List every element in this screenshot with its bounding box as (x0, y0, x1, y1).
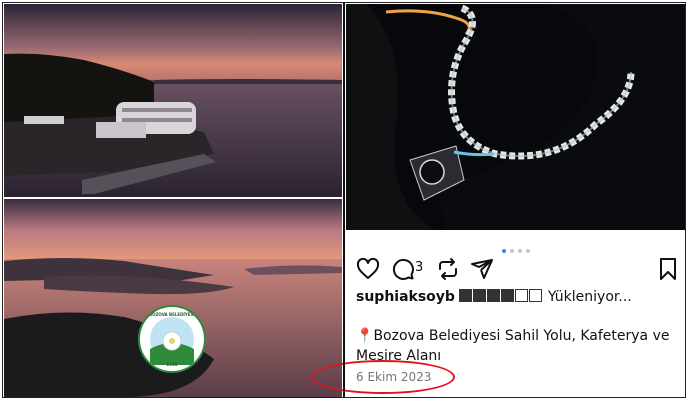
block-glyph (459, 289, 473, 302)
loading-text: Yükleniyor... (547, 289, 632, 305)
block-glyph (487, 289, 501, 302)
block-glyph (515, 289, 529, 302)
block-glyph (529, 289, 543, 302)
carousel-dot[interactable] (517, 249, 522, 253)
repost-icon[interactable] (436, 257, 460, 281)
comment-icon[interactable] (391, 257, 415, 281)
photo-lake-sunset[interactable]: BOZOVA BELEDİYESİ 1926 (4, 199, 342, 397)
municipality-logo: BOZOVA BELEDİYESİ 1926 (138, 305, 206, 373)
logo-year: 1926 (166, 362, 178, 367)
photo-lake-hotel[interactable] (4, 4, 342, 197)
comment-count[interactable]: 3 (415, 260, 423, 275)
post-actions (356, 257, 681, 281)
pin-icon: 📍 (356, 328, 374, 344)
block-glyph (473, 289, 487, 302)
block-glyph (501, 289, 515, 302)
logo-arc-text: BOZOVA BELEDİYESİ (149, 312, 195, 317)
carousel-dot[interactable] (509, 249, 514, 253)
lake-hotel-image (4, 4, 342, 197)
night-road-image (346, 4, 685, 230)
location-label: Bozova Belediyesi Sahil Yolu, Kafeterya … (356, 328, 670, 364)
share-icon[interactable] (470, 257, 494, 281)
loading-blocks (459, 289, 547, 305)
carousel-dot[interactable] (501, 249, 506, 253)
bookmark-icon[interactable] (656, 257, 680, 281)
carousel-dot[interactable] (525, 249, 530, 253)
username-link[interactable]: suphiaksoyb (356, 289, 455, 305)
heart-icon[interactable] (356, 257, 380, 281)
photo-night-road[interactable] (346, 4, 685, 230)
collage-divider (343, 2, 345, 398)
post-caption: suphiaksoyb Yükleniyor... (356, 289, 632, 305)
date-highlight-annotation (311, 360, 455, 394)
carousel-indicator (346, 238, 685, 253)
